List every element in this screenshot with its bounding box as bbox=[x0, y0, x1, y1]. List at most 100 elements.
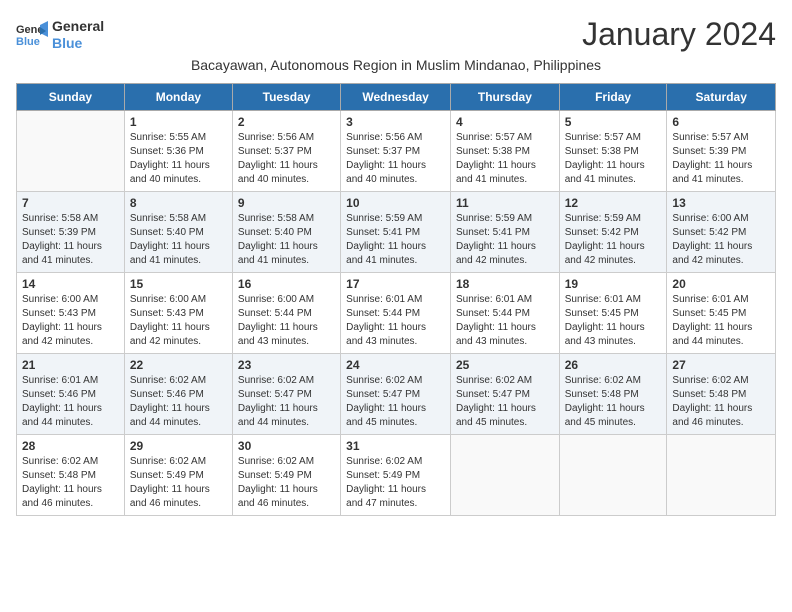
day-info: Sunrise: 6:02 AMSunset: 5:48 PMDaylight:… bbox=[22, 455, 119, 511]
day-number: 10 bbox=[346, 196, 445, 210]
calendar-cell: 17 Sunrise: 6:01 AMSunset: 5:44 PMDayligh… bbox=[341, 273, 451, 354]
day-number: 31 bbox=[346, 439, 445, 453]
calendar-week-3: 14 Sunrise: 6:00 AMSunset: 5:43 PMDayligh… bbox=[17, 273, 776, 354]
subtitle: Bacayawan, Autonomous Region in Muslim M… bbox=[16, 57, 776, 73]
calendar-cell: 14 Sunrise: 6:00 AMSunset: 5:43 PMDayligh… bbox=[17, 273, 125, 354]
day-info: Sunrise: 6:02 AMSunset: 5:49 PMDaylight:… bbox=[238, 455, 335, 511]
day-info: Sunrise: 6:02 AMSunset: 5:47 PMDaylight:… bbox=[456, 374, 554, 430]
calendar-cell: 27 Sunrise: 6:02 AMSunset: 5:48 PMDayligh… bbox=[667, 354, 776, 435]
calendar-cell: 3Sunrise: 5:56 AMSunset: 5:37 PMDaylight… bbox=[341, 111, 451, 192]
day-info: Sunrise: 6:02 AMSunset: 5:49 PMDaylight:… bbox=[346, 455, 445, 511]
day-number: 28 bbox=[22, 439, 119, 453]
day-number: 2 bbox=[238, 115, 335, 129]
calendar-cell: 11Sunrise: 5:59 AMSunset: 5:41 PMDayligh… bbox=[450, 192, 559, 273]
calendar-cell: 25Sunrise: 6:02 AMSunset: 5:47 PMDayligh… bbox=[450, 354, 559, 435]
day-info: Sunrise: 6:02 AMSunset: 5:46 PMDaylight:… bbox=[130, 374, 227, 430]
day-number: 26 bbox=[565, 358, 662, 372]
calendar-week-2: 7Sunrise: 5:58 AMSunset: 5:39 PMDaylight… bbox=[17, 192, 776, 273]
day-number: 27 bbox=[672, 358, 770, 372]
calendar-cell: 12Sunrise: 5:59 AMSunset: 5:42 PMDayligh… bbox=[559, 192, 667, 273]
calendar-cell: 13 Sunrise: 6:00 AMSunset: 5:42 PMDayligh… bbox=[667, 192, 776, 273]
day-header-friday: Friday bbox=[559, 84, 667, 111]
calendar-cell: 22 Sunrise: 6:02 AMSunset: 5:46 PMDayligh… bbox=[124, 354, 232, 435]
day-number: 24 bbox=[346, 358, 445, 372]
calendar-cell: 7Sunrise: 5:58 AMSunset: 5:39 PMDaylight… bbox=[17, 192, 125, 273]
day-number: 20 bbox=[672, 277, 770, 291]
day-info: Sunrise: 5:58 AMSunset: 5:40 PMDaylight:… bbox=[130, 212, 227, 268]
calendar-cell bbox=[667, 435, 776, 516]
day-info: Sunrise: 5:57 AMSunset: 5:38 PMDaylight:… bbox=[565, 131, 662, 187]
day-number: 22 bbox=[130, 358, 227, 372]
calendar-header: SundayMondayTuesdayWednesdayThursdayFrid… bbox=[17, 84, 776, 111]
day-info: Sunrise: 6:01 AMSunset: 5:46 PMDaylight:… bbox=[22, 374, 119, 430]
logo-line2: Blue bbox=[52, 35, 104, 52]
day-number: 29 bbox=[130, 439, 227, 453]
day-number: 4 bbox=[456, 115, 554, 129]
day-info: Sunrise: 5:56 AMSunset: 5:37 PMDaylight:… bbox=[346, 131, 445, 187]
calendar-cell: 1Sunrise: 5:55 AMSunset: 5:36 PMDaylight… bbox=[124, 111, 232, 192]
day-number: 5 bbox=[565, 115, 662, 129]
day-header-wednesday: Wednesday bbox=[341, 84, 451, 111]
day-info: Sunrise: 6:01 AMSunset: 5:45 PMDaylight:… bbox=[672, 293, 770, 349]
day-number: 13 bbox=[672, 196, 770, 210]
calendar-cell: 10 Sunrise: 5:59 AMSunset: 5:41 PMDayligh… bbox=[341, 192, 451, 273]
day-header-tuesday: Tuesday bbox=[232, 84, 340, 111]
day-number: 1 bbox=[130, 115, 227, 129]
day-header-thursday: Thursday bbox=[450, 84, 559, 111]
calendar-week-1: 1Sunrise: 5:55 AMSunset: 5:36 PMDaylight… bbox=[17, 111, 776, 192]
day-info: Sunrise: 6:02 AMSunset: 5:47 PMDaylight:… bbox=[238, 374, 335, 430]
calendar-cell: 15 Sunrise: 6:00 AMSunset: 5:43 PMDayligh… bbox=[124, 273, 232, 354]
svg-text:Blue: Blue bbox=[16, 36, 40, 48]
day-number: 14 bbox=[22, 277, 119, 291]
logo: General Blue General Blue bbox=[16, 18, 104, 52]
month-title: January 2024 bbox=[582, 16, 776, 53]
logo-icon: General Blue bbox=[16, 21, 48, 49]
calendar-cell: 4 Sunrise: 5:57 AMSunset: 5:38 PMDaylight… bbox=[450, 111, 559, 192]
calendar-body: 1Sunrise: 5:55 AMSunset: 5:36 PMDaylight… bbox=[17, 111, 776, 516]
day-info: Sunrise: 5:56 AMSunset: 5:37 PMDaylight:… bbox=[238, 131, 335, 187]
day-number: 6 bbox=[672, 115, 770, 129]
day-info: Sunrise: 6:00 AMSunset: 5:43 PMDaylight:… bbox=[22, 293, 119, 349]
calendar-cell: 5 Sunrise: 5:57 AMSunset: 5:38 PMDaylight… bbox=[559, 111, 667, 192]
day-number: 7 bbox=[22, 196, 119, 210]
day-header-monday: Monday bbox=[124, 84, 232, 111]
day-info: Sunrise: 6:02 AMSunset: 5:48 PMDaylight:… bbox=[672, 374, 770, 430]
calendar-cell: 16 Sunrise: 6:00 AMSunset: 5:44 PMDayligh… bbox=[232, 273, 340, 354]
calendar-cell: 18Sunrise: 6:01 AMSunset: 5:44 PMDayligh… bbox=[450, 273, 559, 354]
header-row: SundayMondayTuesdayWednesdayThursdayFrid… bbox=[17, 84, 776, 111]
day-info: Sunrise: 5:59 AMSunset: 5:41 PMDaylight:… bbox=[346, 212, 445, 268]
calendar-week-4: 21Sunrise: 6:01 AMSunset: 5:46 PMDayligh… bbox=[17, 354, 776, 435]
calendar-cell: 2 Sunrise: 5:56 AMSunset: 5:37 PMDaylight… bbox=[232, 111, 340, 192]
day-header-saturday: Saturday bbox=[667, 84, 776, 111]
day-number: 8 bbox=[130, 196, 227, 210]
calendar-cell: 19 Sunrise: 6:01 AMSunset: 5:45 PMDayligh… bbox=[559, 273, 667, 354]
day-number: 15 bbox=[130, 277, 227, 291]
calendar: SundayMondayTuesdayWednesdayThursdayFrid… bbox=[16, 83, 776, 516]
calendar-cell: 8 Sunrise: 5:58 AMSunset: 5:40 PMDaylight… bbox=[124, 192, 232, 273]
calendar-cell: 29 Sunrise: 6:02 AMSunset: 5:49 PMDayligh… bbox=[124, 435, 232, 516]
calendar-cell: 6Sunrise: 5:57 AMSunset: 5:39 PMDaylight… bbox=[667, 111, 776, 192]
day-number: 9 bbox=[238, 196, 335, 210]
day-info: Sunrise: 5:59 AMSunset: 5:41 PMDaylight:… bbox=[456, 212, 554, 268]
day-info: Sunrise: 6:01 AMSunset: 5:44 PMDaylight:… bbox=[346, 293, 445, 349]
day-info: Sunrise: 6:00 AMSunset: 5:44 PMDaylight:… bbox=[238, 293, 335, 349]
logo-line1: General bbox=[52, 18, 104, 35]
calendar-cell: 23Sunrise: 6:02 AMSunset: 5:47 PMDayligh… bbox=[232, 354, 340, 435]
calendar-cell: 31 Sunrise: 6:02 AMSunset: 5:49 PMDayligh… bbox=[341, 435, 451, 516]
day-info: Sunrise: 6:01 AMSunset: 5:45 PMDaylight:… bbox=[565, 293, 662, 349]
day-info: Sunrise: 6:02 AMSunset: 5:47 PMDaylight:… bbox=[346, 374, 445, 430]
day-info: Sunrise: 6:00 AMSunset: 5:43 PMDaylight:… bbox=[130, 293, 227, 349]
day-info: Sunrise: 6:02 AMSunset: 5:49 PMDaylight:… bbox=[130, 455, 227, 511]
calendar-cell: 21Sunrise: 6:01 AMSunset: 5:46 PMDayligh… bbox=[17, 354, 125, 435]
day-number: 16 bbox=[238, 277, 335, 291]
calendar-cell: 24 Sunrise: 6:02 AMSunset: 5:47 PMDayligh… bbox=[341, 354, 451, 435]
day-number: 17 bbox=[346, 277, 445, 291]
calendar-cell: 28 Sunrise: 6:02 AMSunset: 5:48 PMDayligh… bbox=[17, 435, 125, 516]
day-number: 19 bbox=[565, 277, 662, 291]
day-info: Sunrise: 5:58 AMSunset: 5:40 PMDaylight:… bbox=[238, 212, 335, 268]
day-number: 12 bbox=[565, 196, 662, 210]
day-info: Sunrise: 5:57 AMSunset: 5:38 PMDaylight:… bbox=[456, 131, 554, 187]
calendar-cell: 30Sunrise: 6:02 AMSunset: 5:49 PMDayligh… bbox=[232, 435, 340, 516]
day-info: Sunrise: 6:01 AMSunset: 5:44 PMDaylight:… bbox=[456, 293, 554, 349]
day-info: Sunrise: 6:00 AMSunset: 5:42 PMDaylight:… bbox=[672, 212, 770, 268]
